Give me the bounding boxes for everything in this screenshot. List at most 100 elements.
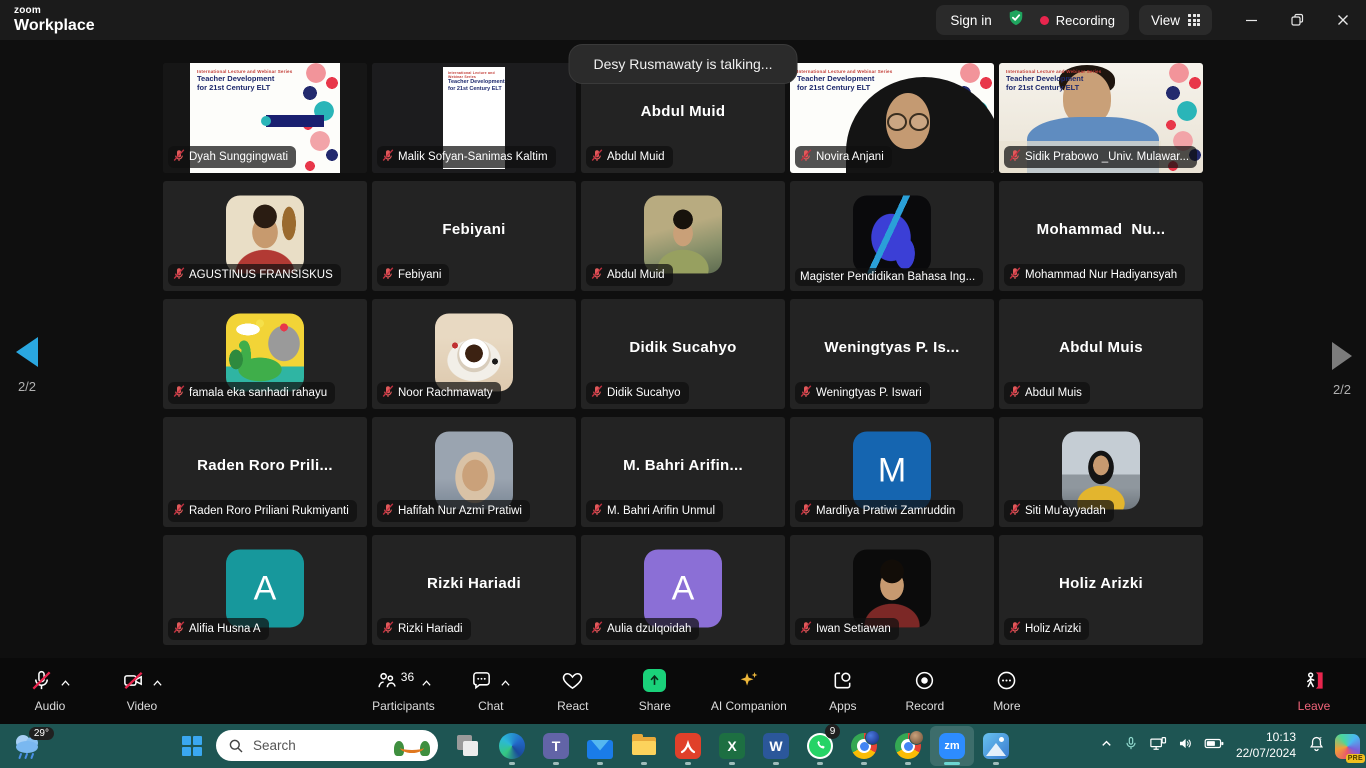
toolbar-react-button[interactable]: React bbox=[547, 669, 599, 713]
participant-tile[interactable]: International Lecture and Webinar Series… bbox=[372, 63, 576, 173]
participant-tile[interactable]: International Lecture and Webinar Series… bbox=[790, 63, 994, 173]
participant-name-text: Siti Mu'ayyadah bbox=[1025, 505, 1106, 517]
view-button[interactable]: View bbox=[1139, 5, 1212, 35]
participant-tile[interactable]: AGUSTINUS FRANSISKUS bbox=[163, 181, 367, 291]
toolbar-chat-button[interactable]: Chat bbox=[465, 669, 517, 713]
participant-tile[interactable]: Siti Mu'ayyadah bbox=[999, 417, 1203, 527]
recording-indicator[interactable]: Recording bbox=[1040, 13, 1115, 28]
volume-icon[interactable] bbox=[1177, 735, 1195, 757]
taskbar-app-teams[interactable]: T bbox=[534, 726, 578, 766]
toolbar-record-button[interactable]: Record bbox=[899, 669, 951, 713]
participant-tile[interactable]: Weningtyas P. Is...Weningtyas P. Iswari bbox=[790, 299, 994, 409]
minimize-button[interactable] bbox=[1228, 0, 1274, 40]
taskbar-app-edge[interactable] bbox=[490, 726, 534, 766]
taskbar-app-excel[interactable]: X bbox=[710, 726, 754, 766]
running-app-indicator bbox=[905, 762, 911, 765]
mic-muted-icon bbox=[800, 503, 812, 519]
chat-icon bbox=[470, 669, 493, 697]
previous-page-arrow-icon[interactable] bbox=[16, 337, 38, 367]
taskbar-app-file-explorer[interactable] bbox=[622, 726, 666, 766]
recording-label: Recording bbox=[1056, 13, 1115, 28]
participant-tile[interactable]: Rizki HariadiRizki Hariadi bbox=[372, 535, 576, 645]
mic-muted-icon bbox=[800, 385, 812, 401]
participant-name-text: Mardliya Pratiwi Zamruddin bbox=[816, 505, 955, 517]
participant-tile[interactable]: Holiz ArizkiHoliz Arizki bbox=[999, 535, 1203, 645]
toolbar-participants-button[interactable]: 36Participants bbox=[372, 669, 435, 713]
participant-tile[interactable]: Mohammad Nu...Mohammad Nur Hadiyansyah bbox=[999, 181, 1203, 291]
participant-tile[interactable]: Noor Rachmawaty bbox=[372, 299, 576, 409]
chevron-up-icon[interactable] bbox=[421, 674, 432, 692]
battery-icon[interactable] bbox=[1204, 736, 1225, 756]
toolbar-more-label: More bbox=[993, 699, 1020, 713]
mic-muted-icon bbox=[591, 267, 603, 283]
taskbar-clock[interactable]: 10:13 22/07/2024 bbox=[1236, 730, 1296, 761]
participant-tile[interactable]: AAulia dzulqoidah bbox=[581, 535, 785, 645]
share-icon bbox=[643, 669, 666, 692]
slide-line-1: Teacher Development bbox=[797, 74, 892, 83]
toolbar-share-button[interactable]: Share bbox=[629, 669, 681, 713]
copilot-icon[interactable]: PRE bbox=[1335, 734, 1360, 759]
running-app-indicator bbox=[553, 762, 559, 765]
mail-icon bbox=[587, 740, 613, 759]
participant-tile[interactable]: AAlifia Husna A bbox=[163, 535, 367, 645]
profile-badge bbox=[909, 730, 924, 745]
hidden-icons-chevron-icon[interactable] bbox=[1099, 736, 1114, 756]
toolbar-ai-companion-button[interactable]: AI Companion bbox=[711, 669, 787, 713]
participant-display-name: Mohammad Nu... bbox=[999, 181, 1203, 277]
chevron-up-icon[interactable] bbox=[60, 674, 71, 692]
participant-tile[interactable]: International Lecture and Webinar Series… bbox=[163, 63, 367, 173]
taskbar-app-task-view[interactable] bbox=[446, 726, 490, 766]
participant-tile[interactable]: Raden Roro Prili...Raden Roro Priliani R… bbox=[163, 417, 367, 527]
toolbar-more-button[interactable]: More bbox=[981, 669, 1033, 713]
participant-name-text: Febiyani bbox=[398, 269, 441, 281]
taskbar-search[interactable]: Search bbox=[216, 730, 438, 761]
toolbar-apps-label: Apps bbox=[829, 699, 856, 713]
toolbar-audio-button[interactable]: Audio bbox=[24, 669, 76, 713]
taskbar-app-chrome-profile-2[interactable] bbox=[886, 726, 930, 766]
taskbar-app-chrome-profile-1[interactable] bbox=[842, 726, 886, 766]
taskbar-app-photos[interactable] bbox=[974, 726, 1018, 766]
taskbar-app-zoom[interactable]: zm bbox=[930, 726, 974, 766]
sign-in-button[interactable]: Sign in bbox=[950, 13, 991, 28]
running-app-indicator bbox=[509, 762, 515, 765]
start-button[interactable] bbox=[182, 736, 202, 756]
cast-display-icon[interactable] bbox=[1148, 735, 1168, 758]
slide-line-2: for 21st Century ELT bbox=[797, 83, 892, 92]
logo-workplace-text: Workplace bbox=[14, 18, 95, 34]
toolbar-apps-button[interactable]: Apps bbox=[817, 669, 869, 713]
participant-tile[interactable]: International Lecture and Webinar Series… bbox=[999, 63, 1203, 173]
participant-tile[interactable]: Abdul Muid bbox=[581, 181, 785, 291]
participant-tile[interactable]: Abdul MuisAbdul Muis bbox=[999, 299, 1203, 409]
next-page-arrow-icon[interactable] bbox=[1332, 342, 1352, 370]
microphone-in-use-icon[interactable] bbox=[1123, 735, 1139, 757]
close-button[interactable] bbox=[1320, 0, 1366, 40]
participant-tile[interactable]: MMardliya Pratiwi Zamruddin bbox=[790, 417, 994, 527]
mic-muted-icon bbox=[1009, 503, 1021, 519]
chevron-up-icon[interactable] bbox=[152, 674, 163, 692]
taskbar-app-mail[interactable] bbox=[578, 726, 622, 766]
participant-name-label: Febiyani bbox=[377, 264, 449, 286]
participant-tile[interactable]: Magister Pendidikan Bahasa Ing... bbox=[790, 181, 994, 291]
participant-tile[interactable]: M. Bahri Arifin...M. Bahri Arifin Unmul bbox=[581, 417, 785, 527]
slide-line-2: for 21st Century ELT bbox=[448, 86, 505, 93]
notification-bell-icon[interactable]: z bbox=[1307, 734, 1326, 758]
sparkle-icon bbox=[737, 669, 760, 697]
participant-tile[interactable]: Hafifah Nur Azmi Pratiwi bbox=[372, 417, 576, 527]
participant-tile[interactable]: famala eka sanhadi rahayu bbox=[163, 299, 367, 409]
weather-widget[interactable]: 29° bbox=[10, 730, 50, 762]
participant-tile[interactable]: FebiyaniFebiyani bbox=[372, 181, 576, 291]
toolbar-video-button[interactable]: Video bbox=[116, 669, 168, 713]
participant-tile[interactable]: Didik SucahyoDidik Sucahyo bbox=[581, 299, 785, 409]
mic-muted-icon bbox=[30, 669, 53, 697]
chevron-up-icon[interactable] bbox=[500, 674, 511, 692]
word-icon: W bbox=[763, 733, 789, 759]
taskbar-apps: T XW9 zm bbox=[446, 726, 1018, 766]
toolbar-leave-button[interactable]: Leave bbox=[1288, 669, 1340, 713]
taskbar-app-word[interactable]: W bbox=[754, 726, 798, 766]
security-shield-icon[interactable] bbox=[1006, 8, 1026, 33]
restore-button[interactable] bbox=[1274, 0, 1320, 40]
taskbar-app-acrobat[interactable] bbox=[666, 726, 710, 766]
participant-name-label: Holiz Arizki bbox=[1004, 618, 1089, 640]
participant-tile[interactable]: Iwan Setiawan bbox=[790, 535, 994, 645]
taskbar-app-whatsapp[interactable]: 9 bbox=[798, 726, 842, 766]
